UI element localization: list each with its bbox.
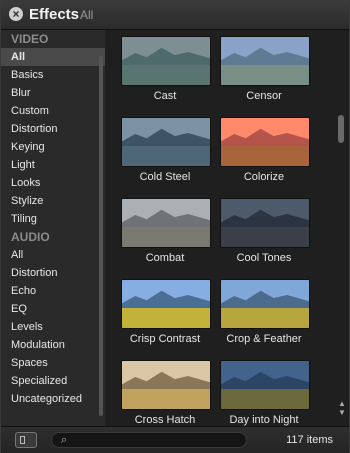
effect-thumbnail	[121, 36, 211, 86]
effect-thumbnail	[220, 198, 310, 248]
effect-label: Cast	[153, 90, 177, 102]
effect-thumbnail	[121, 198, 211, 248]
item-count: 117 items	[286, 434, 333, 446]
effect-label: Cold Steel	[139, 171, 191, 183]
sidebar-item-audio-specialized[interactable]: Specialized	[1, 372, 105, 390]
effect-label: Colorize	[243, 171, 285, 183]
effect-tile[interactable]: Cool Tones	[220, 198, 310, 264]
effect-thumbnail	[121, 360, 211, 410]
sidebar-item-audio-eq[interactable]: EQ	[1, 300, 105, 318]
sidebar-item-video-distortion[interactable]: Distortion	[1, 120, 105, 138]
effect-thumbnail	[121, 117, 211, 167]
effect-label: Cool Tones	[236, 252, 292, 264]
bottom-toolbar: ⌕ 117 items	[1, 426, 349, 453]
close-button[interactable]: ×	[9, 7, 23, 21]
toggle-sidebar-button[interactable]	[15, 432, 37, 448]
sidebar-item-video-blur[interactable]: Blur	[1, 84, 105, 102]
effect-thumbnail	[121, 279, 211, 329]
effect-label: Cross Hatch	[134, 414, 196, 426]
sidebar-item-video-looks[interactable]: Looks	[1, 174, 105, 192]
effect-tile[interactable]: Combat	[121, 198, 211, 264]
sidebar-section-header: VIDEO	[11, 32, 49, 46]
sidebar-item-audio-uncategorized[interactable]: Uncategorized	[1, 390, 105, 408]
sidebar-item-video-basics[interactable]: Basics	[1, 66, 105, 84]
sidebar-scrollbar[interactable]	[99, 56, 103, 416]
effect-label: Crisp Contrast	[129, 333, 201, 345]
effects-browser-window: × Effects All VIDEO All Basics Blur Custom Di…	[0, 0, 350, 453]
effect-tile[interactable]: Day into Night	[220, 360, 310, 426]
sidebar-item-audio-all[interactable]: All	[1, 246, 105, 264]
effect-thumbnail	[220, 117, 310, 167]
effect-tile[interactable]: Cold Steel	[121, 117, 211, 183]
scroll-arrows[interactable]: ▲ ▼	[338, 399, 346, 417]
title-bar: × Effects All	[1, 1, 349, 30]
search-icon: ⌕	[61, 434, 68, 446]
effect-label: Combat	[145, 252, 185, 264]
sidebar-item-audio-echo[interactable]: Echo	[1, 282, 105, 300]
sidebar-section-header: AUDIO	[11, 230, 50, 244]
grid-scrollbar[interactable]	[338, 115, 344, 143]
category-sidebar: VIDEO All Basics Blur Custom Distortion Keying…	[1, 30, 105, 426]
effect-tile[interactable]: Crisp Contrast	[121, 279, 211, 345]
sidebar-item-video-tiling[interactable]: Tiling	[1, 210, 105, 228]
effects-grid: Cast Censor Cold Steel Colorize Combat Cool T…	[105, 30, 349, 426]
effect-tile[interactable]: Colorize	[220, 117, 310, 183]
sidebar-item-video-all[interactable]: All	[1, 48, 105, 66]
effect-thumbnail	[220, 360, 310, 410]
sidebar-item-video-stylize[interactable]: Stylize	[1, 192, 105, 210]
sidebar-item-audio-spaces[interactable]: Spaces	[1, 354, 105, 372]
sidebar-item-audio-distortion[interactable]: Distortion	[1, 264, 105, 282]
window-title: Effects	[29, 6, 80, 23]
effect-label: Day into Night	[229, 414, 299, 426]
effect-thumbnail	[220, 279, 310, 329]
sidebar-item-audio-modulation[interactable]: Modulation	[1, 336, 105, 354]
sidebar-item-video-custom[interactable]: Custom	[1, 102, 105, 120]
sidebar-item-video-light[interactable]: Light	[1, 156, 105, 174]
effect-tile[interactable]: Crop & Feather	[220, 279, 310, 345]
sidebar-item-audio-levels[interactable]: Levels	[1, 318, 105, 336]
effect-tile[interactable]: Cast	[121, 36, 211, 102]
sidebar-item-video-keying[interactable]: Keying	[1, 138, 105, 156]
search-input[interactable]	[76, 433, 241, 447]
effect-thumbnail	[220, 36, 310, 86]
effect-label: Censor	[246, 90, 282, 102]
effect-label: Crop & Feather	[226, 333, 302, 345]
effect-tile[interactable]: Cross Hatch	[121, 360, 211, 426]
window-subtitle: All	[80, 8, 94, 22]
effect-tile[interactable]: Censor	[220, 36, 310, 102]
search-field[interactable]: ⌕	[51, 432, 247, 448]
